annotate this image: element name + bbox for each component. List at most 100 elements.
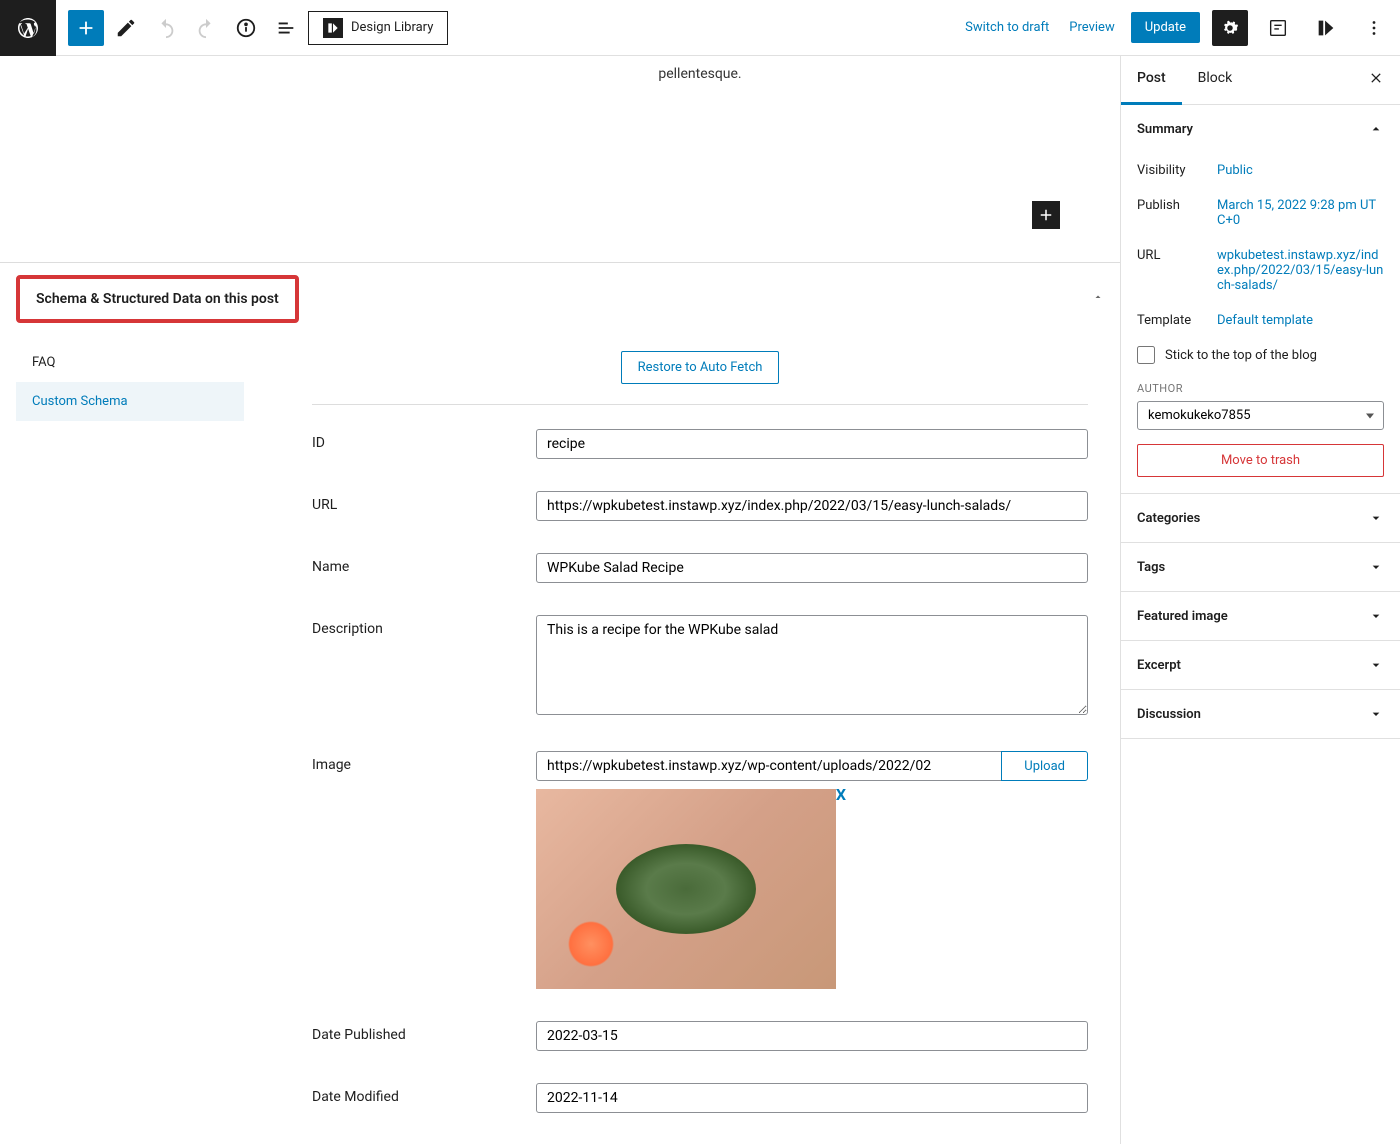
date-modified-input[interactable] (536, 1083, 1088, 1113)
summary-section: Summary Visibility Public Publish March … (1121, 105, 1400, 494)
section-title: Tags (1137, 560, 1165, 575)
field-label: Name (312, 553, 512, 575)
image-preview: X (536, 789, 836, 989)
field-id: ID (312, 429, 1088, 459)
field-date-published: Date Published (312, 1021, 1088, 1051)
id-input[interactable] (536, 429, 1088, 459)
field-label: ID (312, 429, 512, 451)
redo-icon (195, 17, 217, 39)
author-heading: AUTHOR (1137, 382, 1384, 395)
chevron-down-icon (1368, 608, 1384, 624)
section-title: Featured image (1137, 609, 1228, 624)
schema-tab-faq[interactable]: FAQ (16, 343, 244, 382)
field-label: Description (312, 615, 512, 637)
publish-row: Publish March 15, 2022 9:28 pm UTC+0 (1137, 188, 1384, 238)
move-to-trash-button[interactable]: Move to trash (1137, 444, 1384, 477)
tab-block[interactable]: Block (1182, 56, 1249, 104)
field-name: Name (312, 553, 1088, 583)
tab-post[interactable]: Post (1121, 56, 1182, 105)
plus-icon (1037, 206, 1055, 224)
sticky-checkbox[interactable] (1137, 346, 1155, 364)
more-options-button[interactable] (1356, 10, 1392, 46)
template-value[interactable]: Default template (1217, 313, 1384, 328)
url-input[interactable] (536, 491, 1088, 521)
edit-button[interactable] (108, 10, 144, 46)
schema-tabs: FAQ Custom Schema (0, 335, 260, 429)
url-label: URL (1137, 248, 1217, 263)
publish-label: Publish (1137, 198, 1217, 213)
summary-header[interactable]: Summary (1121, 105, 1400, 153)
gear-icon (1219, 17, 1241, 39)
undo-button[interactable] (148, 10, 184, 46)
divider (312, 404, 1088, 405)
restore-auto-fetch-button[interactable]: Restore to Auto Fetch (621, 351, 780, 384)
visibility-value[interactable]: Public (1217, 163, 1384, 178)
field-date-modified: Date Modified (312, 1083, 1088, 1113)
sticky-label: Stick to the top of the blog (1165, 348, 1317, 363)
field-label: Date Modified (312, 1083, 512, 1105)
close-sidebar-button[interactable] (1352, 56, 1400, 104)
outline-button[interactable] (268, 10, 304, 46)
upload-button[interactable]: Upload (1001, 751, 1088, 781)
field-label: Image (312, 751, 512, 773)
triangle-up-icon (1092, 291, 1104, 303)
info-icon (235, 17, 257, 39)
preview-button[interactable]: Preview (1065, 14, 1118, 41)
schema-content: Restore to Auto Fetch ID URL Name Descri… (280, 335, 1120, 1144)
summary-title: Summary (1137, 122, 1193, 137)
visibility-row: Visibility Public (1137, 153, 1384, 188)
tags-section: Tags (1121, 543, 1400, 592)
kadence-settings-button[interactable] (1308, 10, 1344, 46)
discussion-header[interactable]: Discussion (1121, 690, 1400, 738)
field-url: URL (312, 491, 1088, 521)
design-library-button[interactable]: Design Library (308, 11, 448, 45)
kadence-settings-icon (1315, 17, 1337, 39)
wordpress-icon (16, 16, 40, 40)
schema-tab-custom[interactable]: Custom Schema (16, 382, 244, 421)
image-remove-button[interactable]: X (836, 785, 846, 804)
name-input[interactable] (536, 553, 1088, 583)
template-row: Template Default template (1137, 303, 1384, 338)
section-title: Discussion (1137, 707, 1201, 722)
rankmath-button[interactable] (1260, 10, 1296, 46)
chevron-down-icon (1368, 706, 1384, 722)
schema-collapse-toggle[interactable] (1092, 291, 1104, 307)
url-row: URL wpkubetest.instawp.xyz/index.php/202… (1137, 238, 1384, 303)
chevron-down-icon (1368, 510, 1384, 526)
featured-image-header[interactable]: Featured image (1121, 592, 1400, 640)
editor-toolbar: Design Library Switch to draft Preview U… (0, 0, 1400, 56)
chevron-down-icon (1368, 559, 1384, 575)
kadence-icon (323, 18, 343, 38)
plus-icon (75, 17, 97, 39)
sticky-row: Stick to the top of the blog (1137, 338, 1384, 372)
publish-value[interactable]: March 15, 2022 9:28 pm UTC+0 (1217, 198, 1384, 228)
date-published-input[interactable] (536, 1021, 1088, 1051)
info-button[interactable] (228, 10, 264, 46)
sidebar-tabs: Post Block (1121, 56, 1400, 105)
image-url-input[interactable] (536, 751, 1002, 781)
note-icon (1267, 17, 1289, 39)
categories-header[interactable]: Categories (1121, 494, 1400, 542)
url-value[interactable]: wpkubetest.instawp.xyz/index.php/2022/03… (1217, 248, 1384, 293)
inline-add-block-button[interactable] (1032, 201, 1060, 229)
tags-header[interactable]: Tags (1121, 543, 1400, 591)
field-label: Date Published (312, 1021, 512, 1043)
settings-button[interactable] (1212, 10, 1248, 46)
redo-button[interactable] (188, 10, 224, 46)
discussion-section: Discussion (1121, 690, 1400, 739)
author-select[interactable]: kemokukeko7855 (1137, 401, 1384, 430)
chevron-up-icon (1368, 121, 1384, 137)
wordpress-logo-button[interactable] (0, 0, 56, 56)
description-textarea[interactable] (536, 615, 1088, 715)
undo-icon (155, 17, 177, 39)
update-button[interactable]: Update (1131, 12, 1200, 43)
add-block-button[interactable] (68, 10, 104, 46)
content-text: pellentesque. (658, 66, 741, 82)
list-icon (275, 17, 297, 39)
dots-vertical-icon (1363, 17, 1385, 39)
post-content[interactable]: pellentesque. (160, 56, 960, 122)
excerpt-header[interactable]: Excerpt (1121, 641, 1400, 689)
featured-image-section: Featured image (1121, 592, 1400, 641)
switch-to-draft-button[interactable]: Switch to draft (961, 14, 1053, 41)
visibility-label: Visibility (1137, 163, 1217, 178)
